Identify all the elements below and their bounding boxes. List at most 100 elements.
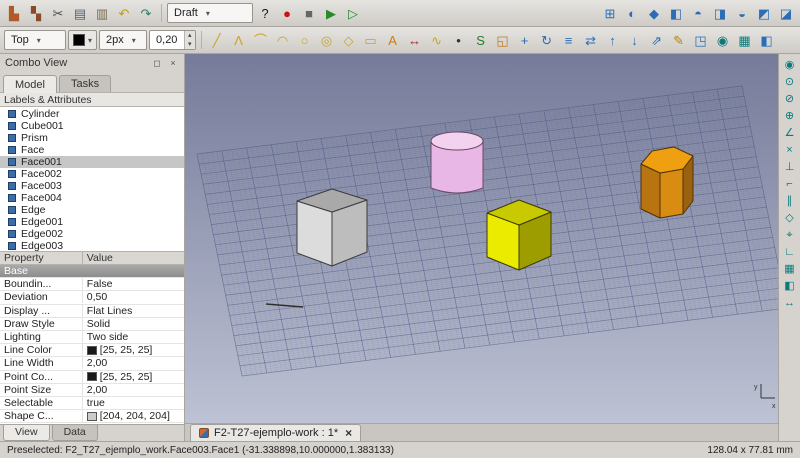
draft-point-icon[interactable]: • (449, 30, 469, 50)
draft-move-icon[interactable]: + (515, 30, 535, 50)
snap-working-plane-icon[interactable]: ◧ (781, 278, 799, 294)
close-icon[interactable]: × (343, 426, 352, 440)
tree-item[interactable]: Prism (0, 132, 184, 144)
draft-edit-icon[interactable]: ✎ (669, 30, 689, 50)
gray-box[interactable] (296, 188, 368, 267)
fit-all-icon[interactable]: ⊞ (600, 3, 620, 23)
macro-debug-icon[interactable]: ▷ (343, 3, 363, 23)
property-row[interactable]: Lighting Two side (0, 331, 184, 345)
snap-extension-icon[interactable]: ⌐ (781, 176, 799, 192)
draw-style-icon[interactable]: ◐ (622, 3, 642, 23)
draft-ellipse-icon[interactable]: ◎ (317, 30, 337, 50)
draft-arc-icon[interactable]: ◠ (273, 30, 293, 50)
document-tab[interactable]: F2-T27-ejemplo-work : 1* × (190, 424, 362, 441)
property-row[interactable]: Display ... Flat Lines (0, 304, 184, 318)
spin-down-icon[interactable]: ▾ (185, 40, 195, 49)
view-bottom-icon[interactable]: ◩ (754, 3, 774, 23)
scale-spinner[interactable]: 0,20 ▴ ▾ (149, 30, 196, 50)
draft-dimension-icon[interactable]: ↔ (405, 30, 425, 50)
redo-icon[interactable]: ↷ (136, 3, 156, 23)
draft-circle-icon[interactable]: ○ (295, 30, 315, 50)
view-isometric-icon[interactable]: ◆ (644, 3, 664, 23)
line-color-button[interactable]: ▾ (68, 30, 98, 50)
3d-viewport[interactable]: x y (185, 54, 778, 423)
draft-shapestring-icon[interactable]: S (471, 30, 491, 50)
draft-downgrade-icon[interactable]: ↓ (625, 30, 645, 50)
tree-item[interactable]: Edge (0, 204, 184, 216)
snap-endpoint-icon[interactable]: ⊙ (781, 74, 799, 90)
property-row[interactable]: Shape C... [204, 204, 204] (0, 410, 184, 424)
property-tab[interactable]: Data (51, 425, 98, 441)
hex-prism[interactable] (640, 146, 694, 219)
tree-header[interactable]: Labels & Attributes (0, 92, 184, 107)
view-right-icon[interactable]: ◨ (710, 3, 730, 23)
view-left-icon[interactable]: ◪ (776, 3, 796, 23)
property-row[interactable]: Point Co... [25, 25, 25] (0, 370, 184, 384)
cut-icon[interactable]: ✂ (48, 3, 68, 23)
yellow-cube[interactable] (486, 199, 552, 271)
tree-item[interactable]: Edge002 (0, 228, 184, 240)
tree-item[interactable]: Edge003 (0, 240, 184, 251)
draft-facebinder-icon[interactable]: ◱ (493, 30, 513, 50)
draft-polyline-icon[interactable]: Λ (229, 30, 249, 50)
snap-angle-icon[interactable]: ∠ (781, 125, 799, 141)
draft-polygon-icon[interactable]: ◇ (339, 30, 359, 50)
draft-snap-lock-icon[interactable]: ◉ (713, 30, 733, 50)
draft-trimex-icon[interactable]: ⇄ (581, 30, 601, 50)
snap-parallel-icon[interactable]: ∥ (781, 193, 799, 209)
spin-up-icon[interactable]: ▴ (185, 31, 195, 40)
draft-grid-toggle-icon[interactable]: ▦ (735, 30, 755, 50)
property-row[interactable]: Base (0, 265, 184, 279)
property-column-header[interactable]: Property (0, 252, 83, 264)
undo-icon[interactable]: ↶ (114, 3, 134, 23)
draft-text-icon[interactable]: A (383, 30, 403, 50)
property-row[interactable]: Point Size 2,00 (0, 383, 184, 397)
whats-this-icon[interactable]: ? (255, 3, 275, 23)
panel-tab[interactable]: Tasks (58, 75, 112, 92)
value-column-header[interactable]: Value (83, 252, 117, 264)
property-row[interactable]: Line Width 2,00 (0, 357, 184, 371)
paste-icon[interactable]: ▥ (92, 3, 112, 23)
tree-item[interactable]: Face001 (0, 156, 184, 168)
snap-ortho-icon[interactable]: ∟ (781, 244, 799, 260)
draft-line-icon[interactable]: ╱ (207, 30, 227, 50)
copy-icon[interactable]: ▤ (70, 3, 90, 23)
tree-item[interactable]: Cylinder (0, 108, 184, 120)
tree-item[interactable]: Face (0, 144, 184, 156)
draft-working-plane-icon[interactable]: ◧ (757, 30, 777, 50)
property-tab[interactable]: View (3, 425, 50, 441)
property-row[interactable]: Selectable true (0, 396, 184, 411)
structure-icon[interactable]: ▚ (26, 3, 46, 23)
draft-bspline-icon[interactable]: ∿ (427, 30, 447, 50)
snap-grid-icon[interactable]: ▦ (781, 261, 799, 277)
workbench-selector[interactable]: Draft ▾ (167, 3, 253, 23)
draft-rotate-icon[interactable]: ↻ (537, 30, 557, 50)
property-row[interactable]: Boundin... False (0, 278, 184, 292)
view-top-icon[interactable]: ◓ (688, 3, 708, 23)
draft-wp-proxy-icon[interactable]: ◳ (691, 30, 711, 50)
draft-plane-selector[interactable]: Top ▾ (4, 30, 66, 50)
macro-play-icon[interactable]: ▶ (321, 3, 341, 23)
snap-lock-icon[interactable]: ◉ (781, 57, 799, 73)
macro-stop-icon[interactable]: ■ (299, 3, 319, 23)
view-rear-icon[interactable]: ◒ (732, 3, 752, 23)
dock-close-icon[interactable]: × (167, 58, 179, 68)
property-row[interactable]: Draw Style Solid (0, 317, 184, 331)
draft-scale-icon[interactable]: ⇗ (647, 30, 667, 50)
tree-item[interactable]: Face003 (0, 180, 184, 192)
dock-float-icon[interactable]: ◻ (151, 58, 163, 69)
macro-record-icon[interactable]: ● (277, 3, 297, 23)
draft-fillet-icon[interactable]: ⌒ (251, 30, 271, 50)
cylinder-top[interactable] (430, 131, 484, 151)
draft-offset-icon[interactable]: ≡ (559, 30, 579, 50)
tree-item[interactable]: Cube001 (0, 120, 184, 132)
arch-icon[interactable]: ▙ (4, 3, 24, 23)
draft-upgrade-icon[interactable]: ↑ (603, 30, 623, 50)
snap-center-icon[interactable]: ⊕ (781, 108, 799, 124)
view-front-icon[interactable]: ◧ (666, 3, 686, 23)
snap-special-icon[interactable]: ◇ (781, 210, 799, 226)
tree-item[interactable]: Face004 (0, 192, 184, 204)
property-row[interactable]: Line Color [25, 25, 25] (0, 344, 184, 358)
pink-cylinder[interactable] (430, 131, 484, 194)
line-width-selector[interactable]: 2px ▾ (99, 30, 148, 50)
